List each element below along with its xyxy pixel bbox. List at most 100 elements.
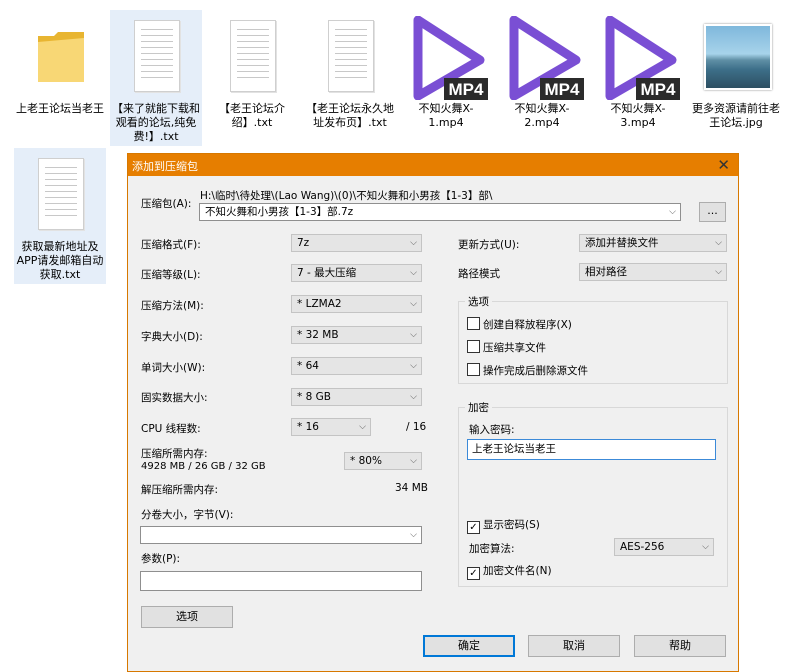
file-label: 上老王论坛当老王 <box>16 102 104 115</box>
mp4-play-icon: MP4 <box>506 16 584 100</box>
threads-select[interactable]: * 16 ⌵ <box>291 418 371 436</box>
checkmark-icon: ✓ <box>467 521 480 534</box>
params-label: 参数(P): <box>141 553 181 565</box>
text-file-icon <box>314 16 386 98</box>
algo-select[interactable]: AES-256 ⌵ <box>614 538 714 556</box>
file-text-3[interactable]: 【老王论坛永久地址发布页】.txt <box>304 10 396 130</box>
archive-name-combo[interactable]: 不知火舞和小男孩【1-3】部.7z ⌵ <box>199 203 681 221</box>
archive-label: 压缩包(A): <box>141 198 192 210</box>
mem-label: 压缩所需内存: <box>141 448 208 460</box>
chevron-down-icon: ⌵ <box>669 207 676 217</box>
checkmark-icon: ✓ <box>467 567 480 580</box>
chevron-down-icon: ⌵ <box>715 238 722 248</box>
level-label: 压缩等级(L): <box>141 269 201 281</box>
text-file-icon <box>216 16 288 98</box>
cancel-button[interactable]: 取消 <box>528 635 620 657</box>
mem-value: 4928 MB / 26 GB / 32 GB <box>141 461 266 472</box>
path-label: 路径模式 <box>458 268 500 280</box>
mp4-badge: MP4 <box>449 80 485 99</box>
file-mp4-3[interactable]: MP4 不知火舞X-3.mp4 <box>592 10 684 130</box>
mp4-play-icon: MP4 <box>602 16 680 100</box>
method-value: * LZMA2 <box>297 298 342 310</box>
level-value: 7 - 最大压缩 <box>297 267 357 279</box>
word-select[interactable]: * 64 ⌵ <box>291 357 422 375</box>
chevron-down-icon: ⌵ <box>359 422 366 432</box>
mp4-badge: MP4 <box>641 80 677 99</box>
ok-button[interactable]: 确定 <box>423 635 515 657</box>
browse-button[interactable]: ... <box>699 202 726 222</box>
word-value: * 64 <box>297 360 319 372</box>
chevron-down-icon: ⌵ <box>410 299 417 309</box>
algo-value: AES-256 <box>620 541 665 553</box>
file-image[interactable]: 更多资源请前往老王论坛.jpg <box>690 10 782 130</box>
file-text-2[interactable]: 【老王论坛介绍】.txt <box>206 10 298 130</box>
chevron-down-icon: ⌵ <box>410 330 417 340</box>
format-value: 7z <box>297 237 310 249</box>
password-input[interactable]: 上老王论坛当老王 <box>467 439 716 460</box>
solid-value: * 8 GB <box>297 391 331 403</box>
chevron-down-icon: ⌵ <box>410 392 417 402</box>
sfx-checkbox[interactable]: 创建自释放程序(X) <box>467 317 572 332</box>
encryption-group-title: 加密 <box>465 400 492 415</box>
method-label: 压缩方法(M): <box>141 300 204 312</box>
file-label: 【老王论坛介绍】.txt <box>219 102 285 129</box>
dict-label: 字典大小(D): <box>141 331 203 343</box>
solid-label: 固实数据大小: <box>141 392 208 404</box>
file-label: 不知火舞X-2.mp4 <box>514 102 570 129</box>
chevron-down-icon: ⌵ <box>410 530 417 540</box>
update-value: 添加并替换文件 <box>585 237 659 249</box>
mem-pct-select[interactable]: * 80% ⌵ <box>344 452 422 470</box>
dict-select[interactable]: * 32 MB ⌵ <box>291 326 422 344</box>
threads-label: CPU 线程数: <box>141 423 201 435</box>
file-mp4-1[interactable]: MP4 不知火舞X-1.mp4 <box>400 10 492 130</box>
encryption-group: 加密 输入密码: 上老王论坛当老王 ✓ 显示密码(S) 加密算法: AES-256… <box>458 400 728 587</box>
show-password-checkbox[interactable]: ✓ 显示密码(S) <box>467 517 540 534</box>
shared-checkbox[interactable]: 压缩共享文件 <box>467 340 546 355</box>
file-label: 不知火舞X-1.mp4 <box>418 102 474 129</box>
options-group-title: 选项 <box>465 294 492 309</box>
password-label: 输入密码: <box>469 424 515 436</box>
mem-pct-value: * 80% <box>350 455 382 467</box>
threads-value: * 16 <box>297 421 319 433</box>
delete-checkbox[interactable]: 操作完成后删除源文件 <box>467 363 588 378</box>
options-group: 选项 创建自释放程序(X) 压缩共享文件 操作完成后删除源文件 <box>458 294 728 384</box>
dict-value: * 32 MB <box>297 329 339 341</box>
file-label: 不知火舞X-3.mp4 <box>610 102 666 129</box>
chevron-down-icon: ⌵ <box>410 268 417 278</box>
solid-select[interactable]: * 8 GB ⌵ <box>291 388 422 406</box>
delete-label: 操作完成后删除源文件 <box>483 365 588 377</box>
path-select[interactable]: 相对路径 ⌵ <box>579 263 727 281</box>
checkbox-box <box>467 363 480 376</box>
encrypt-names-checkbox[interactable]: ✓ 加密文件名(N) <box>467 563 552 580</box>
file-folder[interactable]: 上老王论坛当老王 <box>14 10 106 116</box>
archive-name-value: 不知火舞和小男孩【1-3】部.7z <box>205 206 354 218</box>
method-select[interactable]: * LZMA2 ⌵ <box>291 295 422 313</box>
mp4-play-icon: MP4 <box>410 16 488 100</box>
params-input[interactable] <box>140 571 422 591</box>
chevron-down-icon: ⌵ <box>410 456 417 466</box>
sfx-label: 创建自释放程序(X) <box>483 319 572 331</box>
close-icon[interactable]: ✕ <box>717 156 730 174</box>
dialog-title: 添加到压缩包 <box>132 160 198 173</box>
text-file-icon <box>24 154 96 236</box>
decomp-label: 解压缩所需内存: <box>141 484 219 496</box>
format-select[interactable]: 7z ⌵ <box>291 234 422 252</box>
folder-icon <box>24 16 96 98</box>
split-combo[interactable]: ⌵ <box>140 526 422 544</box>
split-label: 分卷大小，字节(V): <box>141 509 234 521</box>
options-button[interactable]: 选项 <box>141 606 233 628</box>
dialog-titlebar: 添加到压缩包 ✕ <box>128 154 738 176</box>
level-select[interactable]: 7 - 最大压缩 ⌵ <box>291 264 422 282</box>
file-mp4-2[interactable]: MP4 不知火舞X-2.mp4 <box>496 10 588 130</box>
show-password-label: 显示密码(S) <box>483 519 540 531</box>
add-to-archive-dialog: 添加到压缩包 ✕ 压缩包(A): H:\临时\待处理\(Lao Wang)\(0… <box>127 153 739 672</box>
help-button[interactable]: 帮助 <box>634 635 726 657</box>
update-label: 更新方式(U): <box>458 239 520 251</box>
file-text-4[interactable]: 获取最新地址及APP请发邮箱自动获取.txt <box>14 148 106 284</box>
shared-label: 压缩共享文件 <box>483 342 546 354</box>
decomp-value: 34 MB <box>395 482 428 494</box>
text-file-icon <box>120 16 192 98</box>
update-select[interactable]: 添加并替换文件 ⌵ <box>579 234 727 252</box>
chevron-down-icon: ⌵ <box>410 238 417 248</box>
file-text-1[interactable]: 【来了就能下载和观看的论坛,纯免费!】.txt <box>110 10 202 146</box>
